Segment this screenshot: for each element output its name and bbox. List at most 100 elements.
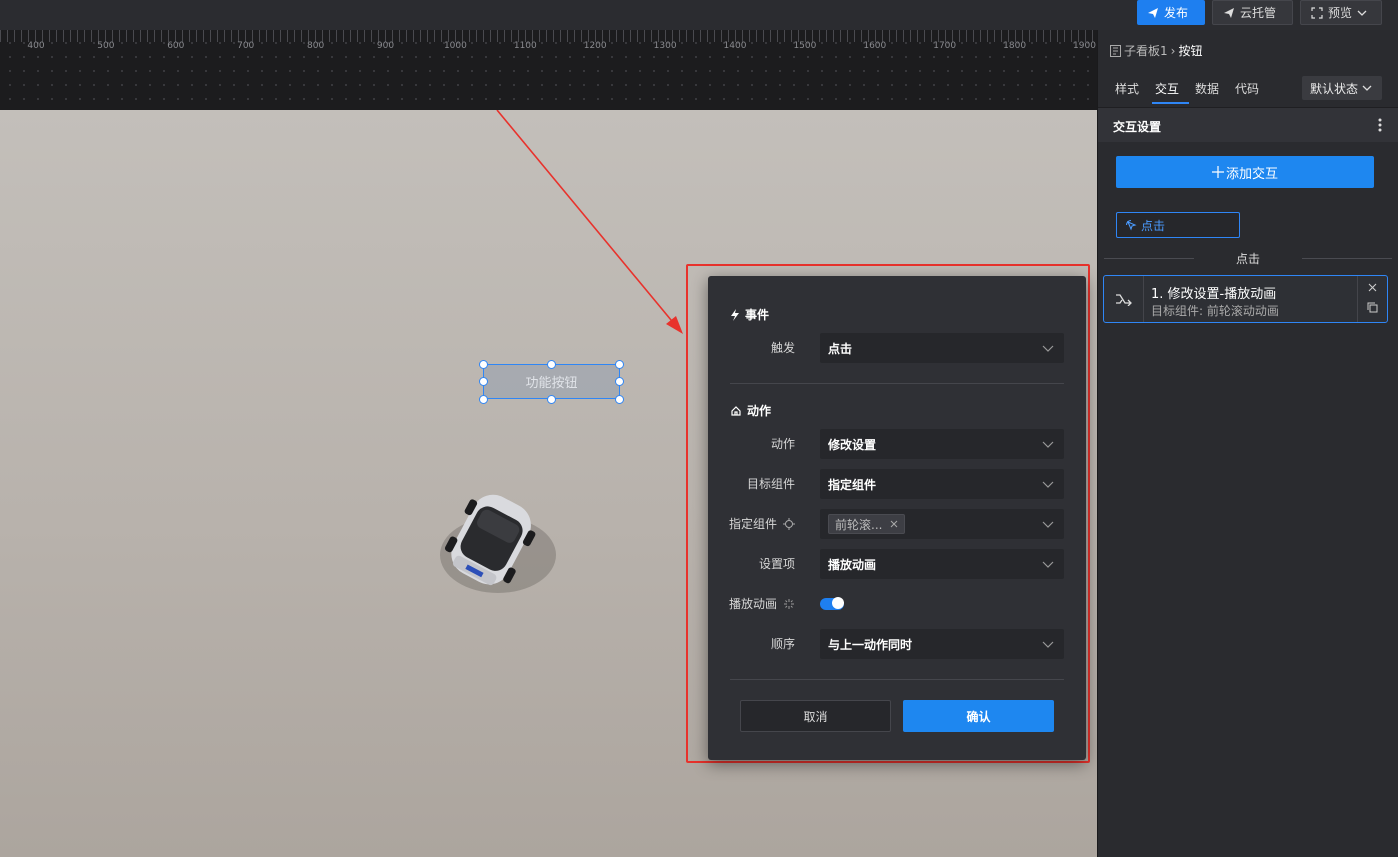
chevron-down-icon	[1042, 521, 1054, 528]
component-tag-label: 前轮滚...	[835, 517, 883, 532]
resize-handle[interactable]	[479, 360, 488, 369]
order-select[interactable]: 与上一动作同时	[820, 629, 1064, 659]
resize-handle[interactable]	[615, 395, 624, 404]
more-icon[interactable]	[1378, 118, 1382, 132]
play-animation-toggle[interactable]	[820, 597, 844, 610]
resize-handle[interactable]	[547, 360, 556, 369]
trigger-select[interactable]: 点击	[820, 333, 1064, 363]
action-card-subtitle: 目标组件: 前轮滚动动画	[1151, 304, 1279, 318]
cloud-hosting-label: 云托管	[1240, 6, 1277, 20]
panel-tabs: 样式 交互 数据 代码 默认状态	[1098, 74, 1398, 106]
event-group-separator: 点击	[1104, 249, 1392, 267]
properties-panel: 子看板1 › 按钮 样式 交互 数据 代码 默认状态 交互设置 添加交互 点击 …	[1097, 30, 1398, 857]
chevron-down-icon	[1042, 561, 1054, 568]
horizontal-ruler: 400 500 600 700 800 900 1000 1100 1200 1300 1400 15…	[0, 30, 1097, 110]
ruler-label: 800	[307, 41, 325, 51]
tab-data[interactable]: 数据	[1195, 80, 1219, 97]
action-card-tools	[1357, 276, 1387, 322]
ruler-label: 1000	[443, 41, 467, 51]
publish-label: 发布	[1164, 6, 1189, 20]
breadcrumb-separator: ›	[1170, 43, 1176, 58]
resize-handle[interactable]	[615, 377, 624, 386]
action-section-title: 动作	[730, 402, 771, 419]
breadcrumb-parent[interactable]: 子看板1	[1124, 42, 1168, 59]
close-icon[interactable]	[890, 520, 898, 528]
chevron-down-icon	[1042, 641, 1054, 648]
trigger-row: 触发 点击	[708, 333, 1086, 363]
function-button-label: 功能按钮	[525, 376, 578, 391]
specified-component-row: 指定组件 前轮滚...	[708, 509, 1086, 539]
preview-button[interactable]: 预览	[1300, 0, 1382, 25]
lightning-icon	[731, 308, 739, 321]
breadcrumb: 子看板1 › 按钮	[1110, 42, 1202, 59]
ruler-label: 600	[167, 41, 185, 51]
plus-icon	[1211, 166, 1224, 178]
event-section-title: 事件	[730, 306, 769, 323]
tab-code[interactable]: 代码	[1235, 80, 1259, 97]
resize-handle[interactable]	[479, 377, 488, 386]
shuffle-icon	[1115, 294, 1132, 306]
send-icon	[1224, 7, 1234, 18]
action-card-title: 1. 修改设置-播放动画	[1151, 287, 1277, 302]
ruler-label: 1700	[933, 41, 957, 51]
action-card[interactable]: 1. 修改设置-播放动画 目标组件: 前轮滚动动画	[1103, 275, 1388, 323]
active-tab-indicator	[1152, 102, 1189, 104]
confirm-button[interactable]: 确认	[903, 700, 1054, 732]
cloud-hosting-button[interactable]: 云托管	[1212, 0, 1293, 25]
target-row: 目标组件 指定组件	[708, 469, 1086, 499]
top-toolbar: 发布 云托管 预览	[0, 0, 1398, 30]
fullscreen-icon	[1311, 6, 1323, 19]
play-animation-label-wrap: 播放动画	[729, 589, 795, 619]
target-picker-icon[interactable]	[783, 518, 795, 530]
ruler-label: 1400	[723, 41, 747, 51]
component-tag: 前轮滚...	[828, 514, 906, 534]
function-button-widget[interactable]: 功能按钮	[483, 364, 620, 399]
publish-button[interactable]: 发布	[1137, 0, 1205, 25]
target-select[interactable]: 指定组件	[820, 469, 1064, 499]
section-divider	[730, 679, 1064, 680]
specified-component-label: 指定组件	[728, 517, 777, 531]
breadcrumb-current: 按钮	[1178, 44, 1203, 58]
car-model[interactable]	[430, 485, 560, 600]
tab-style[interactable]: 样式	[1115, 80, 1139, 97]
interaction-dialog: 事件 触发 点击 动作 动作 修改设置 目标组件 指定组件 指定组件 前轮滚..…	[708, 276, 1086, 760]
trigger-value: 点击	[828, 341, 853, 356]
event-chip-label: 点击	[1141, 218, 1166, 233]
add-interaction-label: 添加交互	[1225, 166, 1278, 182]
chevron-down-icon	[1042, 481, 1054, 488]
chevron-down-icon	[1357, 10, 1367, 16]
cancel-button[interactable]: 取消	[740, 700, 891, 732]
chevron-down-icon	[1362, 85, 1372, 91]
ruler-label: 1900	[1073, 41, 1096, 51]
play-animation-row: 播放动画	[708, 589, 1086, 619]
close-icon[interactable]	[1368, 283, 1377, 292]
event-chip-click[interactable]: 点击	[1116, 212, 1240, 238]
event-section-label: 事件	[745, 308, 770, 322]
copy-icon[interactable]	[1367, 302, 1378, 313]
resize-handle[interactable]	[615, 360, 624, 369]
tab-interaction[interactable]: 交互	[1155, 80, 1179, 97]
action-row: 动作 修改设置	[708, 429, 1086, 459]
resize-handle[interactable]	[479, 395, 488, 404]
setting-row: 设置项 播放动画	[708, 549, 1086, 579]
confirm-label: 确认	[966, 709, 991, 724]
action-section-label: 动作	[747, 404, 772, 418]
state-select-value: 默认状态	[1310, 81, 1359, 96]
chevron-down-icon	[1042, 441, 1054, 448]
ruler-label: 1200	[583, 41, 607, 51]
order-value: 与上一动作同时	[828, 637, 913, 652]
add-interaction-button[interactable]: 添加交互	[1116, 156, 1374, 188]
order-row: 顺序 与上一动作同时	[708, 629, 1086, 659]
specified-component-select[interactable]: 前轮滚...	[820, 509, 1064, 539]
cursor-click-icon	[1125, 219, 1137, 231]
preview-label: 预览	[1328, 6, 1353, 20]
play-animation-label: 播放动画	[728, 597, 777, 611]
ruler-labels: 400 500 600 700 800 900 1000 1100 1200 1300 1400 15…	[0, 41, 1097, 53]
setting-select[interactable]: 播放动画	[820, 549, 1064, 579]
target-value: 指定组件	[828, 477, 877, 492]
state-select[interactable]: 默认状态	[1302, 76, 1382, 100]
resize-handle[interactable]	[547, 395, 556, 404]
ruler-label: 400	[27, 41, 45, 51]
action-select[interactable]: 修改设置	[820, 429, 1064, 459]
sparkle-icon	[784, 599, 794, 609]
